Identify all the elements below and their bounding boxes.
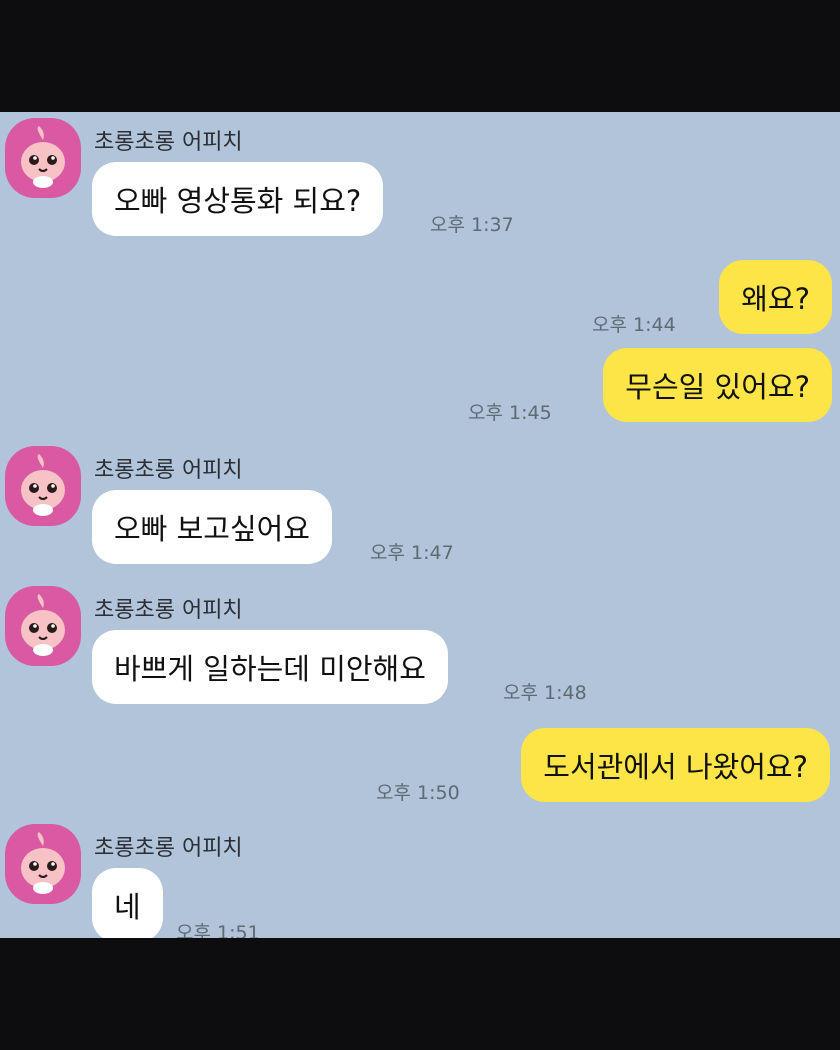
message-bubble-outgoing[interactable]: 무슨일 있어요? [603,348,832,422]
message-text: 오빠 보고싶어요 [114,512,310,546]
message-time: 오후 1:50 [376,782,460,804]
sender-name: 초롱초롱 어피치 [94,130,243,155]
apeach-avatar-icon[interactable] [5,586,81,666]
message-text: 무슨일 있어요? [625,370,810,404]
apeach-avatar-icon[interactable] [5,824,81,904]
sender-name: 초롱초롱 어피치 [94,598,243,623]
message-bubble-incoming[interactable]: 네 [92,868,163,938]
sender-name: 초롱초롱 어피치 [94,836,243,861]
message-time: 오후 1:45 [468,402,552,424]
message-text: 도서관에서 나왔어요? [543,750,808,784]
message-time: 오후 1:47 [370,542,454,564]
message-time: 오후 1:48 [503,682,587,704]
message-bubble-outgoing[interactable]: 왜요? [719,260,832,334]
message-text: 오빠 영상통화 되요? [114,184,362,218]
message-bubble-outgoing[interactable]: 도서관에서 나왔어요? [521,728,830,802]
chat-area[interactable]: 초롱초롱 어피치 오빠 영상통화 되요? 오후 1:37 왜요? 오후 1:44… [0,112,840,938]
apeach-avatar-icon[interactable] [5,446,81,526]
message-bubble-incoming[interactable]: 바쁘게 일하는데 미안해요 [92,630,448,704]
message-bubble-incoming[interactable]: 오빠 영상통화 되요? [92,162,384,236]
message-time: 오후 1:37 [430,214,514,236]
apeach-avatar-icon[interactable] [5,118,81,198]
message-text: 바쁘게 일하는데 미안해요 [114,652,426,686]
message-text: 네 [114,890,141,924]
message-text: 왜요? [741,282,810,316]
message-time: 오후 1:44 [592,314,676,336]
message-time: 오후 1:51 [176,922,260,938]
message-bubble-incoming[interactable]: 오빠 보고싶어요 [92,490,332,564]
sender-name: 초롱초롱 어피치 [94,458,243,483]
